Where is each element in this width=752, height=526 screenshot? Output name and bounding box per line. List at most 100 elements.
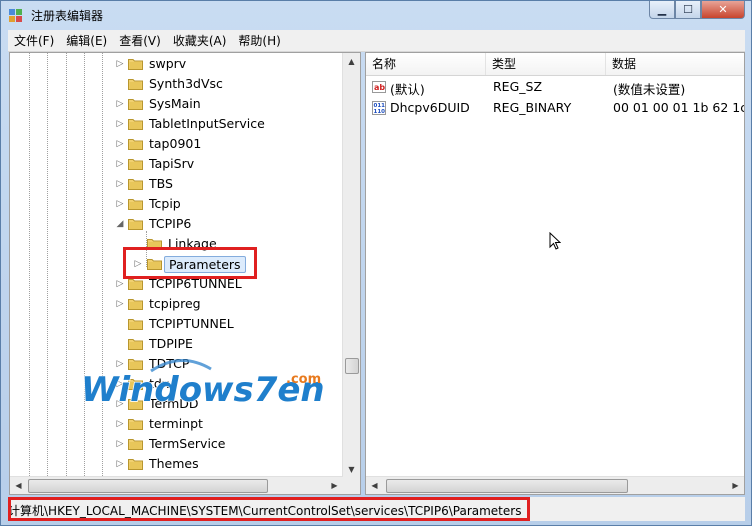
column-header-data[interactable]: 数据 xyxy=(606,53,744,75)
expand-arrow-icon[interactable]: ▷ xyxy=(115,178,125,190)
watermark-suffix: .com xyxy=(286,372,321,387)
folder-icon xyxy=(128,137,143,150)
tree-node-label: tcpipreg xyxy=(149,296,201,311)
folder-icon xyxy=(128,97,143,110)
tree-node[interactable]: ▷ TabletInputService xyxy=(10,114,340,134)
value-name: Dhcpv6DUID xyxy=(390,100,470,115)
expand-arrow-icon[interactable]: ▷ xyxy=(115,278,125,290)
scroll-thumb[interactable] xyxy=(345,358,359,374)
tree-node-label: swprv xyxy=(149,56,187,71)
folder-icon xyxy=(128,117,143,130)
expand-arrow-icon[interactable]: ▷ xyxy=(115,58,125,70)
value-name: (默认) xyxy=(390,82,425,97)
scroll-left-icon[interactable]: ◀ xyxy=(366,477,383,494)
folder-icon xyxy=(128,197,143,210)
list-horizontal-scrollbar[interactable]: ◀ ▶ xyxy=(366,476,744,494)
menu-help[interactable]: 帮助(H) xyxy=(232,32,286,49)
scroll-right-icon[interactable]: ▶ xyxy=(326,477,343,494)
menu-favorites[interactable]: 收藏夹(A) xyxy=(167,32,233,49)
scroll-left-icon[interactable]: ◀ xyxy=(10,477,27,494)
tree-node-label: tap0901 xyxy=(149,136,202,151)
column-header-name[interactable]: 名称 xyxy=(366,53,486,75)
collapse-arrow-icon[interactable]: ◢ xyxy=(115,218,125,230)
list-item[interactable]: ab (默认) REG_SZ (数值未设置) xyxy=(366,77,744,97)
tree-node[interactable]: ▷ TBS xyxy=(10,174,340,194)
tree-node[interactable]: ▷ tap0901 xyxy=(10,134,340,154)
close-button[interactable]: ✕ xyxy=(701,1,745,19)
folder-icon xyxy=(128,297,143,310)
tree-node[interactable]: ▷ TapiSrv xyxy=(10,154,340,174)
expand-arrow-icon[interactable]: ▷ xyxy=(115,198,125,210)
list-item[interactable]: 011 110 Dhcpv6DUID REG_BINARY 00 01 00 01… xyxy=(366,98,745,118)
folder-icon xyxy=(128,317,143,330)
tree-node[interactable]: ▷ Tcpip xyxy=(10,194,340,214)
value-type: REG_SZ xyxy=(493,79,543,94)
tree-horizontal-scrollbar[interactable]: ◀ ▶ xyxy=(10,476,343,494)
menu-view[interactable]: 查看(V) xyxy=(113,32,167,49)
maximize-button[interactable]: ☐ xyxy=(675,1,701,19)
scroll-down-icon[interactable]: ▼ xyxy=(343,461,360,478)
expand-arrow-icon[interactable]: ▷ xyxy=(115,438,125,450)
folder-icon xyxy=(128,217,143,230)
tree-node-label: TCPIP6 xyxy=(149,216,192,231)
tree-node-label: TCPIPTUNNEL xyxy=(149,316,234,331)
folder-icon xyxy=(128,177,143,190)
tree-node[interactable]: ▷ TermService xyxy=(10,434,340,454)
tree-node[interactable]: ◢ TCPIP6 xyxy=(10,214,340,234)
column-header-type[interactable]: 类型 xyxy=(486,53,606,75)
tree-node[interactable]: Synth3dVsc xyxy=(10,74,340,94)
expand-arrow-icon[interactable]: ▷ xyxy=(115,98,125,110)
highlight-box-parameters xyxy=(123,247,257,279)
tree-node[interactable]: ▷ swprv xyxy=(10,54,340,74)
expand-arrow-icon[interactable]: ▷ xyxy=(115,118,125,130)
tree-node-label: TDPIPE xyxy=(149,336,193,351)
scroll-right-icon[interactable]: ▶ xyxy=(727,477,744,494)
scroll-thumb[interactable] xyxy=(28,479,268,493)
maximize-icon: ☐ xyxy=(683,3,693,16)
tree-node[interactable]: ▷ tcpipreg xyxy=(10,294,340,314)
mouse-cursor-icon xyxy=(549,232,561,250)
expand-arrow-icon xyxy=(115,318,125,330)
value-data: 00 01 00 01 1b 62 1c 6 xyxy=(613,100,745,115)
tree-node-label: Synth3dVsc xyxy=(149,76,223,91)
folder-icon xyxy=(128,157,143,170)
tree-node-label: TBS xyxy=(149,176,173,191)
scroll-thumb[interactable] xyxy=(386,479,628,493)
list-header: 名称 类型 数据 xyxy=(366,53,744,76)
tree-node-label: Tcpip xyxy=(149,196,181,211)
minimize-button[interactable]: ▁ xyxy=(649,1,675,19)
expand-arrow-icon[interactable]: ▷ xyxy=(115,298,125,310)
expand-arrow-icon xyxy=(115,78,125,90)
window-title: 注册表编辑器 xyxy=(31,9,104,23)
menu-edit[interactable]: 编辑(E) xyxy=(60,32,113,49)
svg-text:ab: ab xyxy=(374,83,385,92)
tree-node[interactable]: TCPIPTUNNEL xyxy=(10,314,340,334)
expand-arrow-icon xyxy=(115,338,125,350)
tree-node[interactable]: ▷ SysMain xyxy=(10,94,340,114)
title-bar[interactable]: 注册表编辑器 ▁ ☐ ✕ xyxy=(1,1,751,29)
expand-arrow-icon[interactable]: ▷ xyxy=(115,418,125,430)
tree-node[interactable]: ▷ Themes xyxy=(10,454,340,474)
tree-node-label: terminpt xyxy=(149,416,203,431)
tree-node-label: TabletInputService xyxy=(149,116,265,131)
expand-arrow-icon[interactable]: ▷ xyxy=(115,158,125,170)
scroll-up-icon[interactable]: ▲ xyxy=(343,53,360,70)
tree-vertical-scrollbar[interactable]: ▲ ▼ xyxy=(342,53,360,478)
tree-node[interactable]: TDPIPE xyxy=(10,334,340,354)
expand-arrow-icon[interactable]: ▷ xyxy=(115,458,125,470)
values-list-pane[interactable]: 名称 类型 数据 ab (默认) REG_SZ (数值未设置) 011 110 D… xyxy=(365,52,745,495)
tree-node-label: Themes xyxy=(149,456,199,471)
tree-node-label: SysMain xyxy=(149,96,201,111)
folder-icon xyxy=(128,457,143,470)
highlight-box-status-path xyxy=(8,497,530,521)
folder-icon xyxy=(128,337,143,350)
folder-icon xyxy=(128,417,143,430)
scroll-corner xyxy=(343,477,360,494)
expand-arrow-icon[interactable]: ▷ xyxy=(115,138,125,150)
string-value-icon: ab xyxy=(372,80,386,94)
registry-editor-window: 注册表编辑器 ▁ ☐ ✕ 文件(F) 编辑(E) 查看(V) 收藏夹(A) 帮助… xyxy=(0,0,752,526)
folder-icon xyxy=(128,437,143,450)
regedit-app-icon xyxy=(9,9,22,22)
menu-file[interactable]: 文件(F) xyxy=(8,32,60,49)
tree-node[interactable]: ▷ terminpt xyxy=(10,414,340,434)
